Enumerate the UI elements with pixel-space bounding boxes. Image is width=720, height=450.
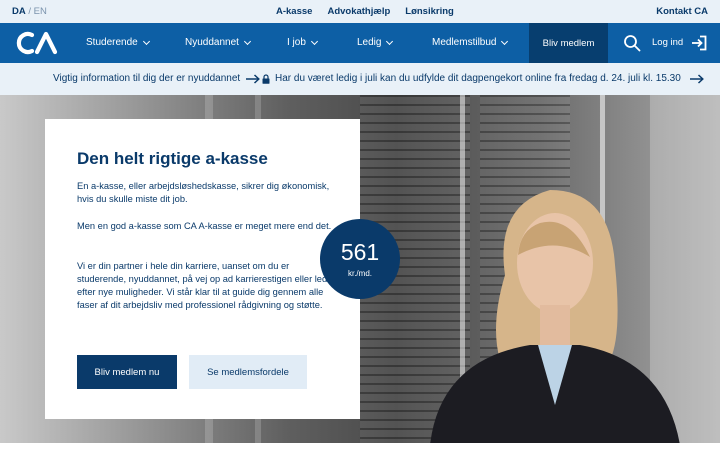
arrow-right-icon: [689, 73, 704, 84]
login-icon[interactable]: [691, 35, 707, 51]
language-en-link[interactable]: EN: [34, 6, 47, 17]
hero-paragraph: En a-kasse, eller arbejdsløshedskasse, s…: [77, 181, 330, 204]
nav-item-label: Ledig: [357, 37, 382, 48]
chevron-down-icon: [142, 37, 150, 45]
login-link[interactable]: Log ind: [652, 37, 683, 48]
utility-link-a-kasse[interactable]: A-kasse: [276, 6, 312, 17]
lock-icon: [262, 73, 270, 84]
ca-logo-icon[interactable]: [13, 30, 61, 56]
utility-bar: DA / EN A-kasse Advokathjælp Lønsikring …: [0, 0, 720, 23]
arrow-right-icon: [246, 73, 261, 84]
chevron-down-icon: [310, 37, 318, 45]
language-separator: /: [25, 6, 34, 17]
chevron-down-icon: [243, 37, 251, 45]
nav-item-nyuddannet[interactable]: Nyuddannet: [185, 37, 251, 48]
hero-card: Den helt rigtige a-kasse En a-kasse, ell…: [45, 119, 360, 419]
main-navigation: Studerende Nyuddannet I job Ledig Medlem…: [0, 23, 720, 63]
hero-paragraph: Vi er din partner i hele din karriere, u…: [77, 261, 336, 310]
search-icon[interactable]: [623, 34, 641, 52]
become-member-nav-button[interactable]: Bliv medlem: [529, 23, 608, 63]
nav-item-label: Nyuddannet: [185, 37, 239, 48]
nav-item-label: Medlemstilbud: [432, 37, 497, 48]
language-switcher: DA / EN: [12, 6, 47, 17]
info-link-nyuddannet[interactable]: Vigtig information til dig der er nyudda…: [53, 73, 261, 84]
hero-title: Den helt rigtige a-kasse: [77, 149, 268, 168]
info-bar: Vigtig information til dig der er nyudda…: [0, 63, 720, 95]
price-badge: 561 kr./md.: [320, 219, 400, 299]
chevron-down-icon: [386, 37, 394, 45]
nav-item-label: Studerende: [86, 37, 138, 48]
hero-paragraph: Men en god a-kasse som CA A-kasse er meg…: [77, 221, 332, 231]
price-unit: kr./md.: [347, 269, 372, 278]
info-text: Har du været ledig i juli kan du udfylde…: [275, 73, 681, 84]
chevron-down-icon: [501, 37, 509, 45]
nav-item-label: I job: [287, 37, 306, 48]
utility-link-advokathjaelp[interactable]: Advokathjælp: [327, 6, 390, 17]
info-text: Vigtig information til dig der er nyudda…: [53, 73, 241, 84]
member-benefits-button[interactable]: Se medlemsfordele: [189, 355, 307, 389]
utility-links: A-kasse Advokathjælp Lønsikring: [276, 6, 454, 17]
nav-item-i-job[interactable]: I job: [287, 37, 318, 48]
contact-link[interactable]: Kontakt CA: [656, 6, 708, 17]
nav-item-ledig[interactable]: Ledig: [357, 37, 394, 48]
price-amount: 561: [340, 239, 380, 265]
utility-link-lonsikring[interactable]: Lønsikring: [405, 6, 454, 17]
nav-item-studerende[interactable]: Studerende: [86, 37, 150, 48]
nav-item-medlemstilbud[interactable]: Medlemstilbud: [432, 37, 509, 48]
woman-portrait-illustration: [430, 190, 680, 443]
language-da-link[interactable]: DA: [12, 6, 26, 17]
info-link-dagpengekort[interactable]: Har du været ledig i juli kan du udfylde…: [262, 73, 704, 84]
become-member-button[interactable]: Bliv medlem nu: [77, 355, 177, 389]
